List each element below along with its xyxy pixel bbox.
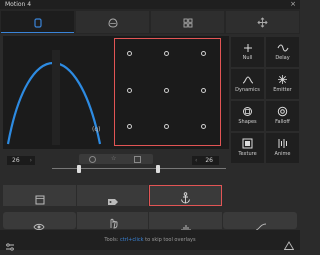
grid-icon [183,13,193,32]
grid-point[interactable] [164,51,169,56]
tool-null[interactable]: Null [231,37,264,67]
grid-point[interactable] [164,124,169,129]
right-value-field[interactable]: ‹ 26 [192,156,219,165]
grid-point[interactable] [201,88,206,93]
tab-shape[interactable] [1,11,74,33]
crosshair-icon [243,41,253,54]
warning-icon[interactable] [283,235,295,254]
tool-shapes[interactable]: Shapes [231,101,264,131]
tool-emitter-label: Emitter [273,87,292,93]
grid-point[interactable] [127,88,132,93]
star-mode-icon[interactable]: ☆ [111,155,116,163]
falloff-icon [277,105,288,118]
grid-point[interactable] [127,51,132,56]
shapes-icon [242,105,253,118]
tab-blob[interactable] [76,11,149,33]
tab-grid[interactable] [151,11,224,33]
shape-tab-icon [33,13,42,32]
right-value: 26 [205,157,213,164]
tab-move[interactable] [226,11,299,33]
tool-emitter[interactable]: Emitter [266,69,299,99]
curve-value-label: (q) [92,126,101,133]
status-modifier: ctrl+click [120,237,144,243]
tool-texture-label: Texture [238,151,257,157]
anime-icon [277,137,288,150]
left-value: 26 [12,157,20,164]
close-icon[interactable]: × [290,0,296,9]
tool-shapes-label: Shapes [238,119,257,125]
tool-anime[interactable]: Anime [266,133,299,163]
status-suffix: to skip tool overlays [145,237,196,243]
status-text: Tools: ctrl+click to skip tool overlays [0,237,300,243]
tool-dynamics-label: Dynamics [235,87,260,93]
anchor-button-highlight [149,185,222,206]
tool-anime-label: Anime [274,151,291,157]
blob-icon [107,13,118,32]
window-title: Motion 4 [5,1,32,8]
frame-icon [35,190,45,209]
tag-icon [107,191,119,210]
emitter-icon [277,73,288,86]
left-value-field[interactable]: 26 › [7,156,35,165]
right-value-arrow-icon: ‹ [195,157,198,164]
range-slider-left-handle[interactable] [77,165,81,173]
grid-point[interactable] [201,124,206,129]
tool-null-label: Null [242,55,253,61]
grid-point[interactable] [164,88,169,93]
tool-dynamics[interactable]: Dynamics [231,69,264,99]
tool-falloff[interactable]: Falloff [266,101,299,131]
tool-falloff-label: Falloff [275,119,290,125]
title-bar [0,0,300,9]
move-icon [257,13,268,32]
grid-point[interactable] [127,124,132,129]
square-mode-icon[interactable] [134,156,141,163]
status-prefix: Tools: [104,237,119,243]
tool-delay[interactable]: Delay [266,37,299,67]
left-value-arrow-icon: › [29,157,32,164]
curve-track [52,50,60,145]
tool-texture[interactable]: Texture [231,133,264,163]
dynamics-icon [242,73,254,86]
texture-icon [242,137,253,150]
wave-icon [277,41,289,54]
range-slider-right-handle[interactable] [156,165,160,173]
grid-point[interactable] [201,51,206,56]
circle-mode-icon[interactable] [89,156,96,163]
tool-delay-label: Delay [275,55,290,61]
